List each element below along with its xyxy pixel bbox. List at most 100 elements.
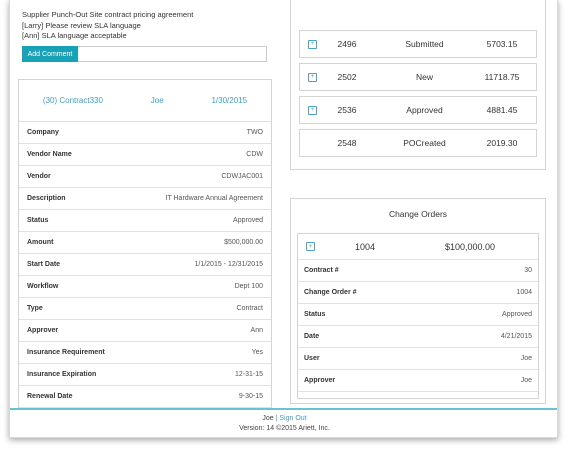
field-label: Date bbox=[304, 333, 320, 340]
order-status: POCreated bbox=[403, 138, 446, 148]
field-value: Contract bbox=[236, 305, 263, 312]
field-row: Approver Joe bbox=[298, 370, 538, 392]
field-row: Renewal Date 9-30-15 bbox=[19, 386, 271, 408]
field-value: IT Hardware Annual Agreement bbox=[165, 195, 263, 202]
contract-date: 1/30/2015 bbox=[211, 96, 248, 105]
order-amount: 2019.30 bbox=[486, 138, 518, 148]
field-label: Company bbox=[27, 129, 59, 136]
order-status: New bbox=[415, 72, 433, 82]
field-value: 9-30-15 bbox=[238, 393, 263, 400]
field-label: Amount bbox=[27, 239, 54, 246]
comment-item: [Larry] Please review SLA language bbox=[22, 20, 141, 30]
field-row: Company TWO bbox=[19, 122, 271, 144]
field-label: Description bbox=[27, 195, 66, 202]
order-row[interactable]: + 2536 Approved 4881.45 bbox=[299, 96, 537, 124]
field-label: Type bbox=[27, 305, 43, 312]
footer-user: Joe bbox=[262, 415, 274, 422]
order-amount: 4881.45 bbox=[486, 105, 518, 115]
document-icon[interactable]: + bbox=[308, 72, 317, 82]
field-value: Dept 100 bbox=[234, 283, 263, 290]
field-row: Contract # 30 bbox=[298, 260, 538, 282]
field-row: Workflow Dept 100 bbox=[19, 276, 271, 298]
field-label: User bbox=[304, 355, 320, 362]
app-frame: Supplier Punch-Out Site contract pricing… bbox=[9, 0, 558, 438]
change-order-number: 1004 bbox=[354, 241, 376, 252]
field-row: User Joe bbox=[298, 348, 538, 370]
contract-owner: Joe bbox=[150, 96, 164, 105]
field-row: Vendor CDWJAC001 bbox=[19, 166, 271, 188]
field-value: TWO bbox=[246, 129, 263, 136]
comments-list: Supplier Punch-Out Site contract pricing… bbox=[22, 10, 193, 42]
field-row: Amount $500,000.00 bbox=[19, 232, 271, 254]
order-number: 2536 bbox=[337, 105, 357, 115]
field-value: Approved bbox=[233, 217, 263, 224]
order-row[interactable]: 2548 POCreated 2019.30 bbox=[299, 129, 537, 157]
field-label: Insurance Requirement bbox=[27, 349, 105, 356]
field-label: Vendor Name bbox=[27, 151, 72, 158]
change-orders-card: Change Orders + 1004 $100,000.00 Contrac… bbox=[290, 198, 546, 404]
field-row: Approver Ann bbox=[19, 320, 271, 342]
order-amount: 5703.15 bbox=[486, 39, 518, 49]
contract-header: (30) Contract330 Joe 1/30/2015 bbox=[19, 80, 271, 122]
order-number: 2496 bbox=[337, 39, 357, 49]
document-icon[interactable]: + bbox=[308, 105, 317, 115]
field-value: 4/21/2015 bbox=[500, 333, 532, 340]
field-row: Insurance Expiration 12-31-15 bbox=[19, 364, 271, 386]
field-value: 1004 bbox=[516, 289, 532, 296]
field-label: Renewal Date bbox=[27, 393, 73, 400]
field-label: Approver bbox=[304, 377, 336, 384]
change-order-detail: + 1004 $100,000.00 Contract # 30 Change O… bbox=[297, 233, 539, 399]
field-value: Approved bbox=[502, 311, 532, 318]
order-amount: 11718.75 bbox=[484, 72, 520, 82]
order-status: Submitted bbox=[405, 39, 444, 49]
field-row: Vendor Name CDW bbox=[19, 144, 271, 166]
change-order-summary[interactable]: + 1004 $100,000.00 bbox=[298, 234, 538, 260]
field-value: Joe bbox=[520, 355, 532, 362]
order-row[interactable]: + 2502 New 11718.75 bbox=[299, 63, 537, 91]
contract-id-link[interactable]: (30) Contract330 bbox=[43, 96, 103, 105]
document-icon[interactable]: + bbox=[306, 242, 315, 251]
field-label: Contract # bbox=[304, 267, 339, 274]
order-row[interactable]: + 2496 Submitted 5703.15 bbox=[299, 30, 537, 58]
change-order-amount: $100,000.00 bbox=[444, 241, 496, 252]
order-number: 2502 bbox=[337, 72, 357, 82]
field-value: $500,000.00 bbox=[224, 239, 263, 246]
footer-separator: | bbox=[275, 415, 278, 422]
change-orders-title: Change Orders bbox=[388, 209, 448, 219]
field-label: Approver bbox=[27, 327, 59, 334]
field-row: Change Order # 1004 bbox=[298, 282, 538, 304]
field-value: 30 bbox=[524, 267, 532, 274]
field-value: 1/1/2015 - 12/31/2015 bbox=[194, 261, 263, 268]
field-value: 12-31-15 bbox=[234, 371, 263, 378]
field-label: Status bbox=[304, 311, 326, 318]
field-row: Date 4/21/2015 bbox=[298, 326, 538, 348]
field-label: Insurance Expiration bbox=[27, 371, 97, 378]
field-label: Status bbox=[27, 217, 49, 224]
field-value: Ann bbox=[250, 327, 263, 334]
sign-out-link[interactable]: Sign Out bbox=[279, 415, 306, 422]
add-comment-button[interactable]: Add Comment bbox=[22, 46, 78, 62]
field-label: Vendor bbox=[27, 173, 51, 180]
field-row: Status Approved bbox=[19, 210, 271, 232]
footer-version: Version: 14 ©2015 Ariett, Inc. bbox=[239, 425, 330, 432]
field-label: Workflow bbox=[27, 283, 59, 290]
field-value: CDW bbox=[246, 151, 263, 158]
field-value: CDWJAC001 bbox=[221, 173, 263, 180]
field-row: Type Contract bbox=[19, 298, 271, 320]
order-number: 2548 bbox=[337, 138, 357, 148]
field-row: Insurance Requirement Yes bbox=[19, 342, 271, 364]
field-row: Description IT Hardware Annual Agreement bbox=[19, 188, 271, 210]
comment-item: [Ann] SLA language acceptable bbox=[22, 31, 127, 40]
order-status: Approved bbox=[406, 105, 443, 115]
field-value: Joe bbox=[520, 377, 532, 384]
field-label: Change Order # bbox=[304, 289, 357, 296]
contract-details-card: (30) Contract330 Joe 1/30/2015 Company TW… bbox=[18, 79, 272, 424]
field-value: Yes bbox=[251, 349, 263, 356]
field-row: Start Date 1/1/2015 - 12/31/2015 bbox=[19, 254, 271, 276]
field-label: Start Date bbox=[27, 261, 61, 268]
field-row: Status Approved bbox=[298, 304, 538, 326]
comment-item: Supplier Punch-Out Site contract pricing… bbox=[22, 10, 194, 19]
document-icon[interactable]: + bbox=[308, 39, 317, 49]
orders-card: + 2496 Submitted 5703.15 + 2502 New 1171… bbox=[290, 0, 546, 170]
footer: Joe | Sign Out Version: 14 ©2015 Ariett,… bbox=[10, 408, 557, 437]
